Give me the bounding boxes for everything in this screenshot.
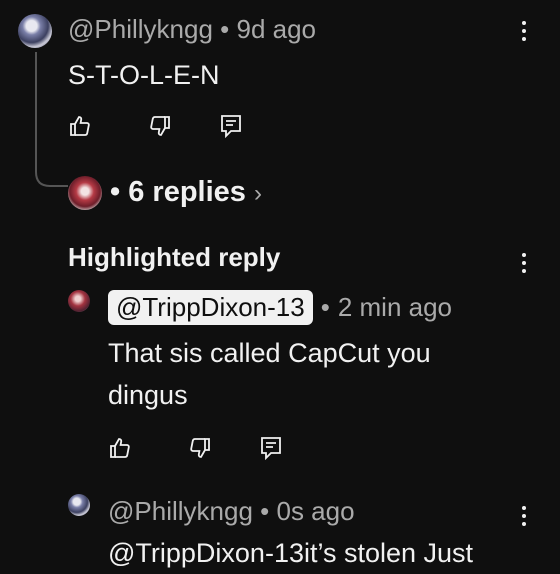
comment-author[interactable]: @Phillykngg: [68, 14, 213, 44]
chevron-right-icon: ›: [253, 180, 262, 207]
comment-meta: @Phillykngg • 0s ago: [108, 496, 355, 527]
reply-meta: @TrippDixon-13 • 2 min ago: [108, 290, 452, 325]
like-icon[interactable]: [108, 436, 132, 460]
reply-author-chip[interactable]: @TrippDixon-13: [108, 290, 313, 325]
more-vert-icon[interactable]: [522, 21, 528, 45]
meta-separator: •: [260, 496, 270, 526]
replies-link[interactable]: • 6 replies ›: [110, 176, 262, 209]
comment-text: @TrippDixon-13it’s stolen Just: [108, 538, 474, 568]
reply-age: 2 min ago: [337, 292, 453, 322]
meta-separator: •: [320, 292, 330, 322]
like-icon[interactable]: [68, 114, 92, 138]
avatar[interactable]: [18, 14, 52, 48]
meta-separator: •: [110, 176, 121, 208]
avatar[interactable]: [68, 494, 90, 516]
avatar[interactable]: [68, 176, 102, 210]
meta-separator: •: [220, 14, 230, 44]
more-vert-icon[interactable]: [522, 506, 528, 530]
section-heading: Highlighted reply: [68, 242, 281, 272]
more-vert-icon[interactable]: [522, 253, 528, 277]
comment-age: 9d ago: [236, 14, 317, 44]
reply-text-line2: dingus: [108, 380, 188, 410]
comment-age: 0s ago: [276, 496, 355, 526]
dislike-icon[interactable]: [188, 436, 212, 460]
reply-icon[interactable]: [260, 436, 282, 460]
avatar[interactable]: [68, 290, 90, 312]
replies-count: 6 replies: [128, 176, 246, 208]
comment-text: S-T-O-L-E-N: [68, 60, 220, 90]
dislike-icon[interactable]: [148, 114, 172, 138]
comment-author[interactable]: @Phillykngg: [108, 496, 253, 526]
reply-icon[interactable]: [220, 114, 242, 138]
comment-meta: @Phillykngg • 9d ago: [68, 14, 316, 45]
thread-line: [35, 52, 68, 187]
reply-text-line1: That sis called CapCut you: [108, 338, 431, 368]
